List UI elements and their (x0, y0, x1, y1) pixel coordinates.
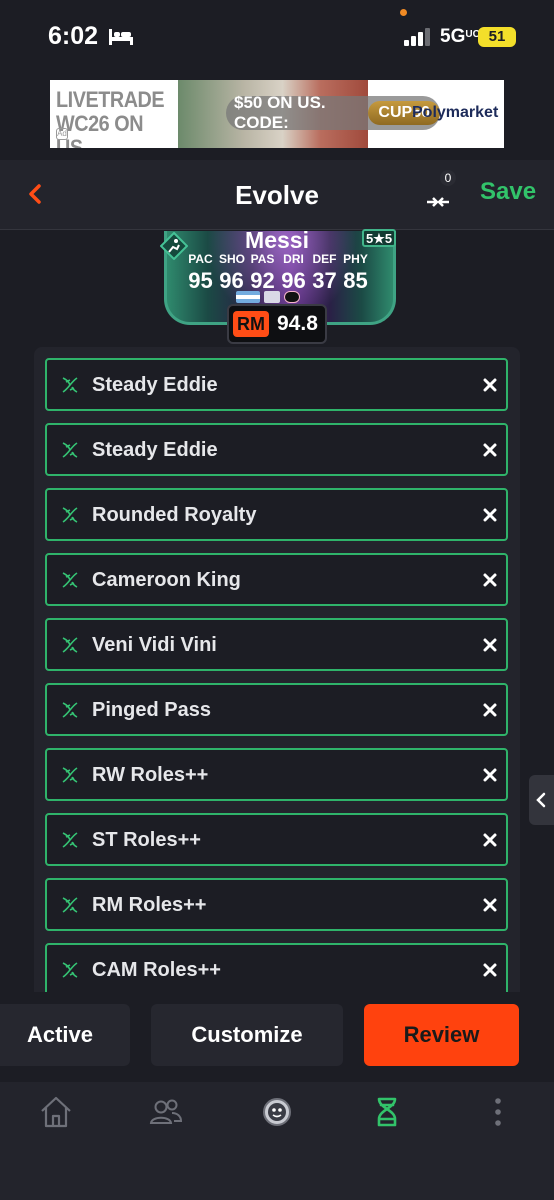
stat-value-pac: 95 (188, 268, 213, 293)
evolution-name: Steady Eddie (92, 439, 218, 461)
evolution-icon[interactable] (367, 1092, 407, 1132)
stat-label-phy: PHY (343, 252, 368, 266)
battery-indicator: 51 (478, 27, 516, 47)
list-item[interactable]: Pinged Pass (45, 683, 508, 736)
close-icon[interactable] (481, 831, 499, 849)
stat-label-pas: PAS (250, 252, 275, 266)
nation-flag-icon (236, 291, 260, 303)
league-logo-icon (264, 291, 280, 303)
stat-value-def: 37 (312, 268, 337, 293)
dna-icon (62, 962, 78, 978)
list-item[interactable]: Rounded Royalty (45, 488, 508, 541)
stat-label-def: DEF (312, 252, 337, 266)
more-icon[interactable] (478, 1092, 518, 1132)
evolution-name: Veni Vidi Vini (92, 634, 217, 656)
ad-headline: LIVETRADE WC26 ON US (56, 87, 165, 149)
position-rating: 94.8 (277, 312, 318, 335)
network-suffix: UC (465, 29, 480, 40)
privacy-indicator-dot (400, 9, 407, 16)
status-bar: 6:02 5GUC 51 (0, 0, 554, 72)
action-bar: Active Customize Review (0, 992, 554, 1082)
list-item[interactable]: Veni Vidi Vini (45, 618, 508, 671)
dna-icon (62, 572, 78, 588)
stat-value-phy: 85 (343, 268, 368, 293)
friends-icon[interactable] (146, 1092, 186, 1132)
evolution-list: Steady Eddie Steady Eddie Rounded Royalt… (34, 347, 520, 992)
player-name: Messi (245, 227, 309, 253)
position-badge: RM (233, 311, 269, 337)
dna-icon (62, 897, 78, 913)
close-icon[interactable] (481, 701, 499, 719)
list-item[interactable]: RW Roles++ (45, 748, 508, 801)
list-item[interactable]: Steady Eddie (45, 358, 508, 411)
list-item[interactable]: CAM Roles++ (45, 943, 508, 992)
stat-labels: PAC SHO PAS DRI DEF PHY (188, 252, 368, 266)
dna-icon (62, 377, 78, 393)
list-item[interactable]: ST Roles++ (45, 813, 508, 866)
close-icon[interactable] (481, 506, 499, 524)
dna-icon (62, 637, 78, 653)
dna-icon (62, 832, 78, 848)
close-icon[interactable] (481, 961, 499, 979)
evolution-name: Cameroon King (92, 569, 241, 591)
evolution-name: RM Roles++ (92, 894, 207, 916)
save-button[interactable]: Save (480, 178, 536, 206)
club-crest-icon (284, 291, 300, 303)
card-badges (236, 291, 300, 303)
stat-label-sho: SHO (219, 252, 246, 266)
side-drawer-handle[interactable] (529, 775, 554, 825)
review-button[interactable]: Review (364, 1004, 519, 1066)
evolution-name: Rounded Royalty (92, 504, 257, 526)
evolution-name: Steady Eddie (92, 374, 218, 396)
network-type: 5GUC (440, 26, 480, 48)
evolution-name: Pinged Pass (92, 699, 211, 721)
close-icon[interactable] (481, 441, 499, 459)
dna-icon (62, 702, 78, 718)
close-icon[interactable] (481, 766, 499, 784)
sleep-mode-icon (109, 29, 133, 45)
evolution-name: ST Roles++ (92, 829, 201, 851)
ad-banner[interactable]: LIVETRADE WC26 ON US Ad $50 ON US. CODE:… (50, 80, 504, 148)
close-icon[interactable] (481, 896, 499, 914)
close-icon[interactable] (481, 571, 499, 589)
ad-offer: $50 ON US. CODE: CUP50 (226, 93, 440, 132)
close-icon[interactable] (481, 636, 499, 654)
bottom-tab-bar (0, 1082, 554, 1200)
ad-brand: Polymarket (412, 104, 499, 121)
home-icon[interactable] (36, 1092, 76, 1132)
page-title: Evolve (235, 180, 319, 210)
dna-icon (62, 442, 78, 458)
list-item[interactable]: Cameroon King (45, 553, 508, 606)
stat-label-dri: DRI (283, 252, 304, 266)
ad-choices-icon[interactable]: Ad (56, 128, 68, 140)
position-rating-tag: RM 94.8 (227, 304, 327, 344)
ad-offer-text: $50 ON US. CODE: (234, 93, 326, 132)
stat-label-pac: PAC (188, 252, 213, 266)
chevron-left-icon (536, 792, 546, 808)
club-icon[interactable] (257, 1092, 297, 1132)
evolution-name: CAM Roles++ (92, 959, 221, 981)
active-button[interactable]: Active (0, 1004, 130, 1066)
cell-signal-icon (404, 28, 430, 46)
compare-count-badge: 0 (440, 170, 456, 186)
dna-icon (62, 507, 78, 523)
close-icon[interactable] (481, 376, 499, 394)
top-nav-bar: Evolve Save (0, 160, 554, 230)
customize-button[interactable]: Customize (151, 1004, 343, 1066)
list-item[interactable]: RM Roles++ (45, 878, 508, 931)
status-time: 6:02 (48, 22, 99, 50)
list-item[interactable]: Steady Eddie (45, 423, 508, 476)
dna-icon (62, 767, 78, 783)
skill-weakfoot-badge: 5★5 (362, 229, 396, 247)
evolution-name: RW Roles++ (92, 764, 209, 786)
network-label: 5G (440, 26, 466, 47)
